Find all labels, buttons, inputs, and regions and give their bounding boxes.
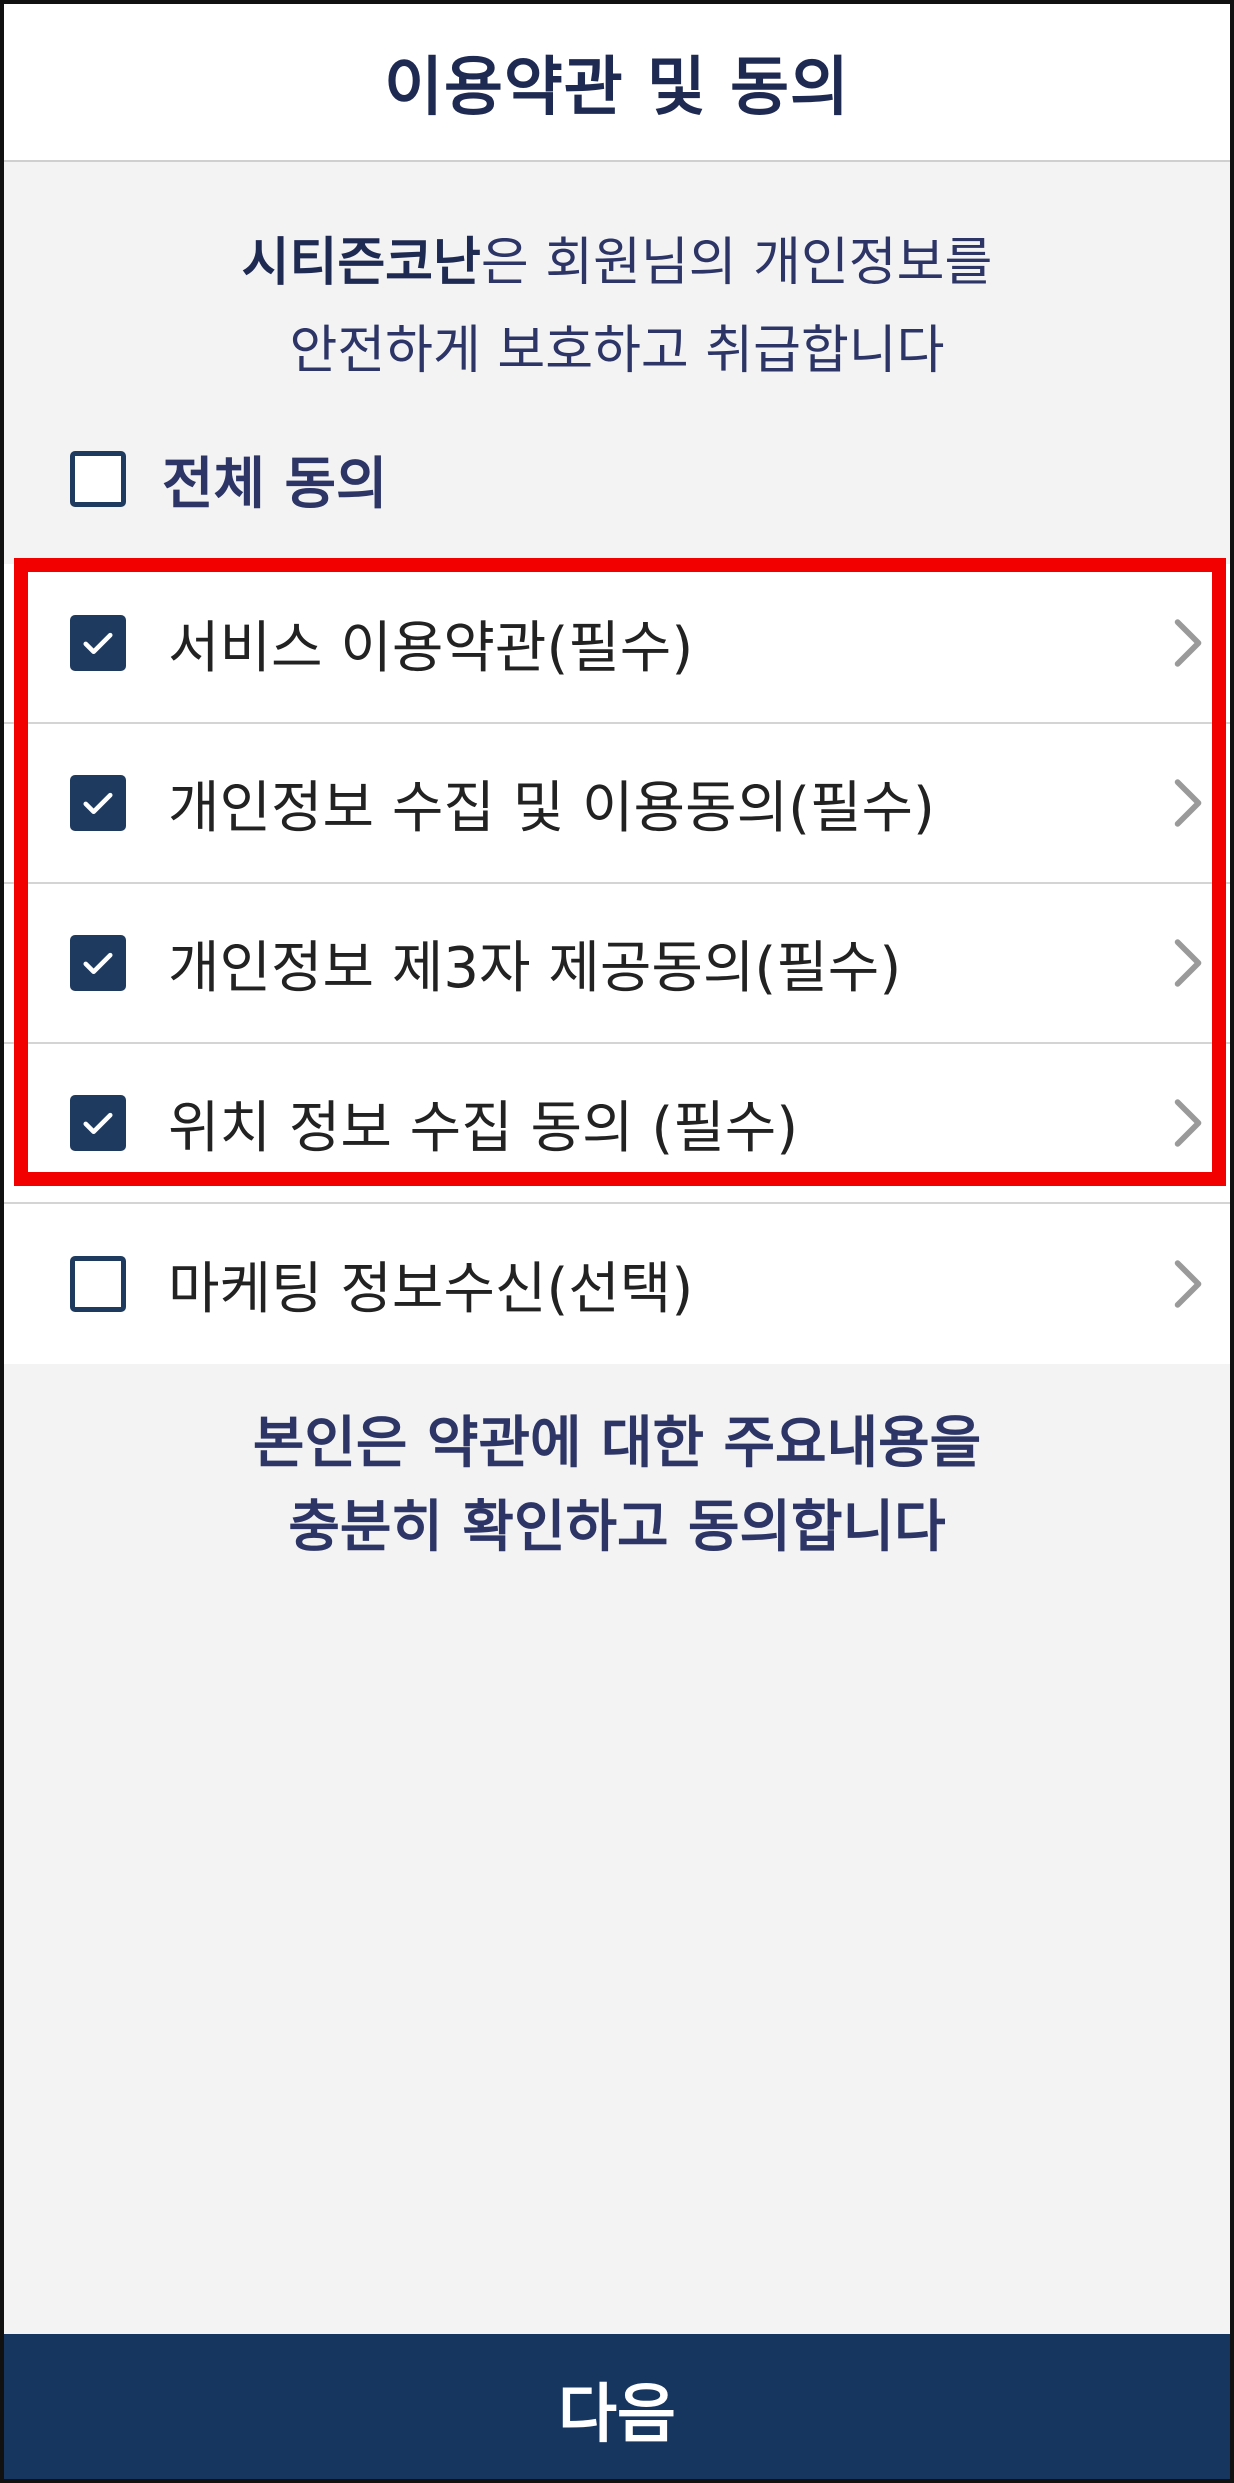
confirm-line-2: 충분히 확인하고 동의합니다 bbox=[288, 1495, 946, 1560]
intro-text: 시티즌코난은 회원님의 개인정보를 안전하게 보호하고 취급합니다 bbox=[4, 219, 1230, 395]
agreement-label: 개인정보 수집 및 이용동의(필수) bbox=[168, 775, 935, 841]
chevron-right-icon[interactable] bbox=[1170, 776, 1208, 830]
agreement-row-service-terms[interactable]: 서비스 이용약관(필수) bbox=[4, 564, 1230, 724]
agreement-row-third-party[interactable]: 개인정보 제3자 제공동의(필수) bbox=[4, 884, 1230, 1044]
chevron-right-icon[interactable] bbox=[1170, 1257, 1208, 1311]
page-title: 이용약관 및 동의 bbox=[384, 51, 850, 125]
next-button[interactable]: 다음 bbox=[4, 2334, 1230, 2479]
agreement-label: 서비스 이용약관(필수) bbox=[168, 615, 694, 681]
agreement-row-privacy-collection[interactable]: 개인정보 수집 및 이용동의(필수) bbox=[4, 724, 1230, 884]
header: 이용약관 및 동의 bbox=[4, 4, 1230, 162]
intro-line-1-rest: 은 회원님의 개인정보를 bbox=[480, 233, 993, 293]
checkbox-icon[interactable] bbox=[70, 1256, 126, 1312]
chevron-right-icon[interactable] bbox=[1170, 1096, 1208, 1150]
chevron-right-icon[interactable] bbox=[1170, 616, 1208, 670]
agreement-label: 위치 정보 수집 동의 (필수) bbox=[168, 1095, 799, 1161]
chevron-right-icon[interactable] bbox=[1170, 936, 1208, 990]
checkbox-icon[interactable] bbox=[70, 935, 126, 991]
intro-line-1: 시티즌코난은 회원님의 개인정보를 bbox=[4, 219, 1230, 307]
checkbox-icon[interactable] bbox=[70, 615, 126, 671]
check-all-row[interactable]: 전체 동의 bbox=[70, 444, 388, 517]
confirm-line-1: 본인은 약관에 대한 주요내용을 bbox=[252, 1411, 982, 1476]
agreement-label: 개인정보 제3자 제공동의(필수) bbox=[168, 935, 902, 1001]
check-all-label: 전체 동의 bbox=[162, 451, 388, 517]
agreement-row-marketing[interactable]: 마케팅 정보수신(선택) bbox=[4, 1204, 1230, 1364]
app-frame: 이용약관 및 동의 시티즌코난은 회원님의 개인정보를 안전하게 보호하고 취급… bbox=[0, 0, 1234, 2483]
checkbox-icon[interactable] bbox=[70, 451, 126, 507]
agreement-list: 서비스 이용약관(필수) 개인정보 수집 및 이용동의(필수) 개인정보 제3자… bbox=[4, 564, 1230, 1364]
checkbox-icon[interactable] bbox=[70, 775, 126, 831]
checkbox-icon[interactable] bbox=[70, 1095, 126, 1151]
confirm-text: 본인은 약관에 대한 주요내용을 충분히 확인하고 동의합니다 bbox=[4, 1402, 1230, 1570]
intro-line-2: 안전하게 보호하고 취급합니다 bbox=[289, 321, 945, 381]
brand-name: 시티즌코난 bbox=[241, 233, 481, 293]
agreement-row-location[interactable]: 위치 정보 수집 동의 (필수) bbox=[4, 1044, 1230, 1204]
agreement-label: 마케팅 정보수신(선택) bbox=[168, 1256, 694, 1322]
